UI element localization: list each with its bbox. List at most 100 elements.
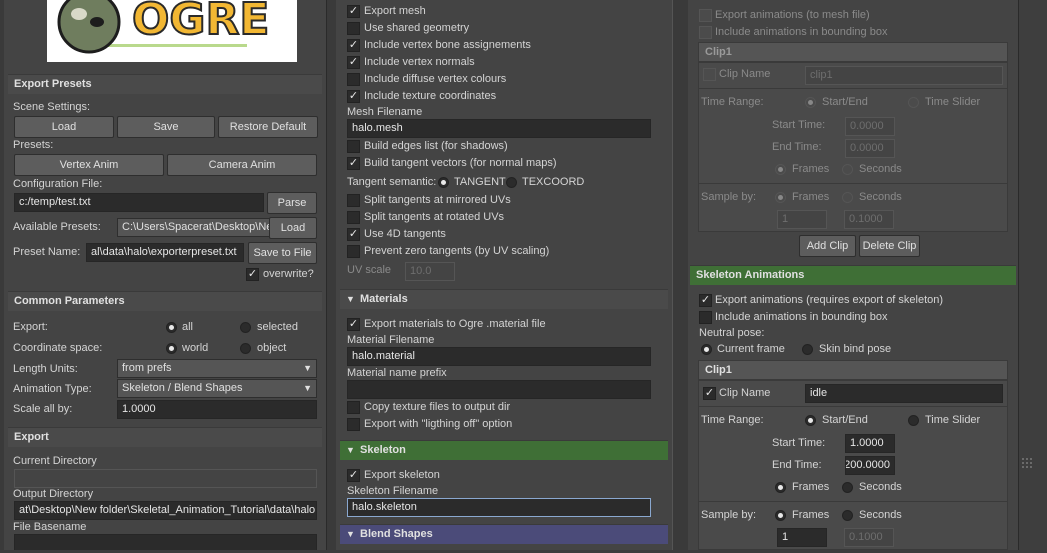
skel-end-time-field[interactable]: 200.0000 <box>845 456 895 475</box>
edges-list-checkbox[interactable]: ✓ <box>347 140 360 153</box>
skel-time-slider-radio[interactable] <box>908 415 919 426</box>
export-skeleton-checkbox[interactable]: ✓ <box>347 469 360 482</box>
coord-object-radio[interactable] <box>240 343 251 354</box>
vertex-normals-label: Include vertex normals <box>364 56 475 68</box>
restore-default-button[interactable]: Restore Default <box>218 116 318 138</box>
split-rotated-checkbox[interactable]: ✓ <box>347 211 360 224</box>
skeleton-header[interactable]: ▼ Skeleton <box>340 440 668 460</box>
blend-sample-frames-radio[interactable] <box>775 192 786 203</box>
blend-clip-header[interactable]: Clip1 <box>698 42 1008 62</box>
export-mesh-checkbox[interactable]: ✓ <box>347 5 360 18</box>
materials-header[interactable]: ▼ Materials <box>340 289 668 309</box>
blend-start-time-label: Start Time: <box>772 119 826 131</box>
blend-export-anims-checkbox[interactable]: ✓ <box>699 9 712 22</box>
skel-start-time-field[interactable]: 1.0000 <box>845 434 895 453</box>
save-to-file-button[interactable]: Save to File <box>248 242 317 264</box>
diffuse-colours-checkbox[interactable]: ✓ <box>347 73 360 86</box>
export-materials-checkbox[interactable]: ✓ <box>347 318 360 331</box>
export-all-label: all <box>182 321 194 333</box>
animation-type-select[interactable]: Skeleton / Blend Shapes ▼ <box>117 379 317 398</box>
tangent-vectors-checkbox[interactable]: ✓ <box>347 157 360 170</box>
blend-include-bbox-checkbox[interactable]: ✓ <box>699 26 712 39</box>
load-button[interactable]: Load <box>14 116 114 138</box>
blend-sample-seconds-field[interactable]: 0.1000 <box>844 210 894 229</box>
skin-bind-pose-radio[interactable] <box>802 344 813 355</box>
export-all-radio[interactable] <box>166 322 177 333</box>
file-basename-field[interactable] <box>14 534 317 550</box>
blend-start-time-field[interactable]: 0.0000 <box>845 117 895 136</box>
blend-seconds-radio[interactable] <box>842 164 853 175</box>
skel-clip-name-checkbox[interactable]: ✓ <box>703 387 716 400</box>
mesh-filename-field[interactable]: halo.mesh <box>347 119 651 138</box>
preset-name-field[interactable]: al\data\halo\exporterpreset.txt <box>86 243 244 262</box>
vertex-normals-checkbox[interactable]: ✓ <box>347 56 360 69</box>
parse-button[interactable]: Parse <box>267 192 317 214</box>
lighting-off-checkbox[interactable]: ✓ <box>347 418 360 431</box>
skel-clip-name-label: Clip Name <box>719 387 771 399</box>
scale-field[interactable]: 1.0000 <box>117 400 317 419</box>
overwrite-checkbox[interactable]: ✓ <box>246 268 259 281</box>
texcoord-radio[interactable] <box>506 177 517 188</box>
skel-sample-seconds-radio[interactable] <box>842 510 853 521</box>
export-materials-label: Export materials to Ogre .material file <box>364 318 546 330</box>
use-4d-tangents-checkbox[interactable]: ✓ <box>347 228 360 241</box>
skel-clip-header[interactable]: Clip1 <box>698 360 1008 380</box>
skel-start-end-radio[interactable] <box>805 415 816 426</box>
scene-settings-label: Scene Settings: <box>13 101 91 113</box>
export-selected-radio[interactable] <box>240 322 251 333</box>
blend-sample-seconds-radio[interactable] <box>842 192 853 203</box>
vertex-anim-button[interactable]: Vertex Anim <box>14 154 164 176</box>
coord-world-radio[interactable] <box>166 343 177 354</box>
material-filename-field[interactable]: halo.material <box>347 347 651 366</box>
save-button[interactable]: Save <box>117 116 215 138</box>
preset-name-label: Preset Name: <box>13 246 81 258</box>
skel-end-time-label: End Time: <box>772 459 822 471</box>
prevent-zero-tangents-checkbox[interactable]: ✓ <box>347 245 360 258</box>
common-parameters-header[interactable]: Common Parameters <box>8 291 322 311</box>
blend-start-end-radio[interactable] <box>805 97 816 108</box>
config-file-field[interactable]: c:/temp/test.txt <box>14 193 264 212</box>
material-prefix-field[interactable] <box>347 380 651 399</box>
blend-end-time-field[interactable]: 0.0000 <box>845 139 895 158</box>
skeleton-animations-header[interactable]: Skeleton Animations <box>690 265 1016 285</box>
skeleton-filename-field[interactable]: halo.skeleton <box>347 498 651 517</box>
skel-seconds-radio[interactable] <box>842 482 853 493</box>
current-directory-field[interactable] <box>14 469 317 488</box>
export-skeleton-label: Export skeleton <box>364 469 440 481</box>
uv-scale-field[interactable]: 10.0 <box>405 262 455 281</box>
texture-coords-checkbox[interactable]: ✓ <box>347 90 360 103</box>
skel-frames-label: Frames <box>792 481 830 493</box>
skel-clip-name-field[interactable]: idle <box>805 384 1003 403</box>
shared-geometry-checkbox[interactable]: ✓ <box>347 22 360 35</box>
available-load-button[interactable]: Load <box>269 217 317 239</box>
copy-textures-checkbox[interactable]: ✓ <box>347 401 360 414</box>
available-presets-select[interactable]: C:\Users\Spacerat\Desktop\Ne <box>117 218 272 237</box>
skel-include-bbox-checkbox[interactable]: ✓ <box>699 311 712 324</box>
splitter[interactable] <box>326 0 336 550</box>
blend-clip-name-field[interactable]: clip1 <box>805 66 1003 85</box>
splitter[interactable] <box>672 0 688 550</box>
bone-assignments-checkbox[interactable]: ✓ <box>347 39 360 52</box>
skel-sample-frames-field[interactable]: 1 <box>777 528 827 547</box>
skel-sample-frames-radio[interactable] <box>775 510 786 521</box>
length-units-select[interactable]: from prefs ▼ <box>117 359 317 378</box>
export-header[interactable]: Export <box>8 427 322 447</box>
skel-frames-radio[interactable] <box>775 482 786 493</box>
blend-sample-frames-field[interactable]: 1 <box>777 210 827 229</box>
tangent-radio[interactable] <box>438 177 449 188</box>
blend-time-slider-radio[interactable] <box>908 97 919 108</box>
blend-shapes-header[interactable]: ▼ Blend Shapes <box>340 524 668 544</box>
coord-world-label: world <box>182 342 209 354</box>
output-directory-field[interactable]: at\Desktop\New folder\Skeletal_Animation… <box>14 501 317 520</box>
blend-clip-name-checkbox[interactable]: ✓ <box>703 68 716 81</box>
blend-frames-radio[interactable] <box>775 164 786 175</box>
export-presets-header[interactable]: Export Presets <box>8 74 322 94</box>
scrollbar-gutter[interactable] <box>1018 0 1047 550</box>
camera-anim-button[interactable]: Camera Anim <box>167 154 317 176</box>
add-clip-button[interactable]: Add Clip <box>799 235 856 257</box>
delete-clip-button[interactable]: Delete Clip <box>859 235 920 257</box>
skel-export-anims-checkbox[interactable]: ✓ <box>699 294 712 307</box>
current-frame-radio[interactable] <box>701 344 712 355</box>
skel-sample-seconds-field[interactable]: 0.1000 <box>844 528 894 547</box>
split-mirrored-checkbox[interactable]: ✓ <box>347 194 360 207</box>
